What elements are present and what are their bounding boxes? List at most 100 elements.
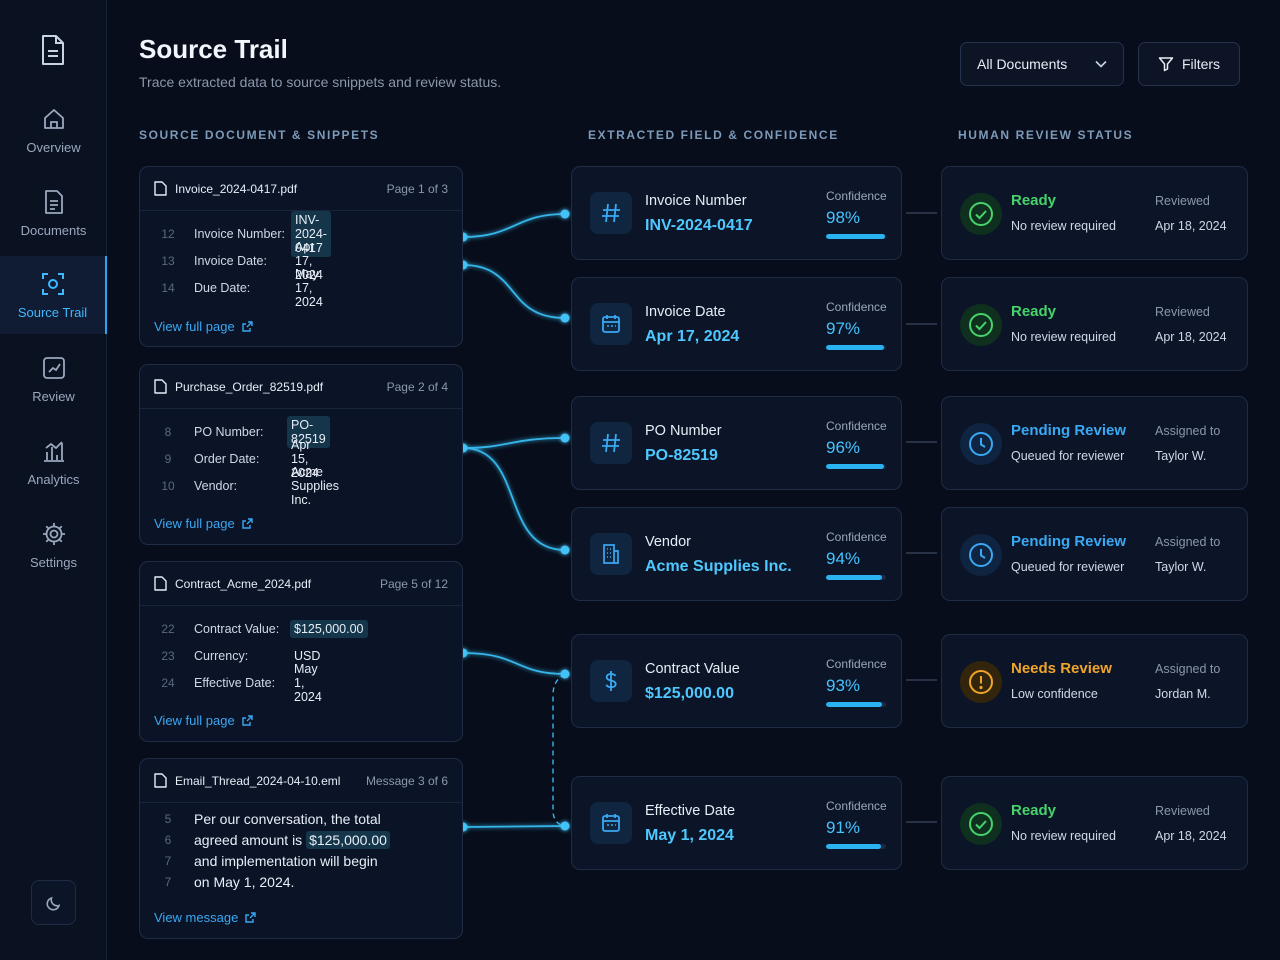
- review-card-contract-value[interactable]: Needs Review Low confidence Assigned to …: [941, 634, 1248, 728]
- sidebar-item-label: Settings: [30, 554, 77, 570]
- snippet-row[interactable]: 8 PO Number: PO-82519: [154, 416, 330, 448]
- message-line[interactable]: 7 and implementation will begin: [154, 853, 378, 869]
- source-page: Page 2 of 4: [386, 379, 448, 394]
- confidence-bar-fill: [826, 844, 881, 849]
- review-meta-label: Reviewed: [1155, 804, 1210, 818]
- gear-icon: [42, 522, 65, 545]
- confidence-bar-fill: [826, 702, 882, 707]
- field-card-effective-date[interactable]: Effective Date May 1, 2024 Confidence 91…: [571, 776, 902, 870]
- message-line[interactable]: 6 agreed amount is $125,000.00: [154, 831, 390, 849]
- line-number: 14: [161, 281, 175, 295]
- sidebar-item-analytics[interactable]: Analytics: [0, 422, 107, 502]
- connector-vendor: [462, 447, 566, 551]
- connector-contract-value: [462, 652, 566, 675]
- confidence-value: 96%: [826, 438, 861, 457]
- document-filter-select[interactable]: All Documents: [960, 42, 1124, 86]
- page-title: Source Trail: [139, 34, 288, 64]
- review-meta-label: Assigned to: [1155, 424, 1221, 438]
- sidebar-item-settings[interactable]: Settings: [0, 505, 107, 585]
- source-card-header: Contract_Acme_2024.pdf Page 5 of 12: [140, 562, 462, 606]
- check-circle-icon: [960, 193, 1002, 235]
- snippet-row[interactable]: 10 Vendor: Acme Supplies Inc.: [154, 465, 339, 507]
- calendar-icon: [590, 303, 632, 345]
- theme-toggle-button[interactable]: [31, 880, 76, 925]
- anchor-dot: [560, 313, 570, 323]
- view-full-page-link[interactable]: View full page: [154, 319, 254, 334]
- link-label: View full page: [154, 319, 235, 334]
- snippet-row[interactable]: 22 Contract Value: $125,000.00: [154, 618, 368, 640]
- confidence-bar-fill: [826, 575, 883, 580]
- snippet-row[interactable]: 14 Due Date: May 17, 2024: [154, 267, 323, 309]
- check-circle-icon: [960, 803, 1002, 845]
- moon-icon: [45, 896, 60, 911]
- field-card-vendor[interactable]: Vendor Acme Supplies Inc. Confidence 94%: [571, 507, 902, 601]
- snippet-row[interactable]: 23 Currency: USD: [154, 645, 320, 667]
- snippet-key: Currency:: [194, 649, 249, 663]
- source-page: Message 3 of 6: [365, 773, 448, 788]
- message-text: on May 1, 2024.: [194, 874, 295, 890]
- confidence-bar: [826, 702, 886, 707]
- anchor-dot: [560, 821, 570, 831]
- snippet-row[interactable]: 9 Order Date: Apr 15, 2024: [154, 438, 319, 480]
- field-label: Contract Value: [645, 661, 740, 677]
- filters-button[interactable]: Filters: [1138, 42, 1240, 86]
- source-page: Page 1 of 3: [386, 181, 448, 196]
- message-text: Per our conversation, the total: [194, 811, 381, 827]
- sidebar-item-overview[interactable]: Overview: [0, 90, 107, 170]
- review-meta-value: Jordan M.: [1155, 687, 1211, 701]
- review-icon: [42, 356, 65, 379]
- review-meta-label: Assigned to: [1155, 662, 1221, 676]
- confidence-bar: [826, 234, 886, 239]
- confidence-value: 93%: [826, 676, 861, 695]
- review-card-invoice-number[interactable]: Ready No review required Reviewed Apr 18…: [941, 166, 1248, 260]
- review-meta-value: Apr 18, 2024: [1155, 829, 1227, 843]
- sidebar-item-label: Source Trail: [17, 304, 88, 320]
- line-number: 7: [164, 875, 172, 889]
- review-card-po-number[interactable]: Pending Review Queued for reviewer Assig…: [941, 396, 1248, 490]
- review-card-effective-date[interactable]: Ready No review required Reviewed Apr 18…: [941, 776, 1248, 870]
- line-number: 10: [161, 479, 175, 493]
- source-page: Page 5 of 12: [379, 576, 448, 591]
- message-line[interactable]: 7 on May 1, 2024.: [154, 874, 295, 890]
- snippet-key: Effective Date:: [194, 676, 276, 690]
- message-text-prefix: agreed amount is: [194, 832, 307, 848]
- snippet-row[interactable]: 12 Invoice Number: INV-2024-0417: [154, 211, 331, 257]
- calendar-icon: [590, 802, 632, 844]
- column-header-source: SOURCE DOCUMENT & SNIPPETS: [139, 128, 380, 142]
- field-label: Vendor: [645, 534, 691, 550]
- snippet-row[interactable]: 13 Invoice Date: Apr 17, 2024: [154, 240, 323, 282]
- confidence-value: 97%: [826, 319, 861, 338]
- field-label: Effective Date: [645, 803, 736, 819]
- external-link-icon: [242, 321, 253, 332]
- view-full-page-link[interactable]: View full page: [154, 516, 254, 531]
- confidence-bar: [826, 345, 886, 350]
- document-logo-icon[interactable]: [38, 34, 68, 66]
- snippet-key: Due Date:: [194, 281, 251, 295]
- sidebar-item-source-trail[interactable]: Source Trail: [0, 256, 107, 334]
- confidence-bar: [826, 844, 886, 849]
- field-card-contract-value[interactable]: Contract Value $125,000.00 Confidence 93…: [571, 634, 902, 728]
- file-icon: [154, 576, 167, 591]
- snippet-key: Invoice Number:: [194, 227, 286, 241]
- sidebar: Overview Documents Source Trail Review A…: [0, 0, 107, 960]
- snippet-row[interactable]: 24 Effective Date: May 1, 2024: [154, 662, 322, 704]
- field-card-invoice-number[interactable]: Invoice Number INV-2024-0417 Confidence …: [571, 166, 902, 260]
- source-card-email: Email_Thread_2024-04-10.eml Message 3 of…: [139, 758, 463, 939]
- warning-icon: [960, 661, 1002, 703]
- field-card-po-number[interactable]: PO Number PO-82519 Confidence 96%: [571, 396, 902, 490]
- sidebar-item-documents[interactable]: Documents: [0, 173, 107, 253]
- field-label: Invoice Number: [645, 193, 747, 209]
- field-card-invoice-date[interactable]: Invoice Date Apr 17, 2024 Confidence 97%: [571, 277, 902, 371]
- view-full-page-link[interactable]: View full page: [154, 713, 254, 728]
- review-card-vendor[interactable]: Pending Review Queued for reviewer Assig…: [941, 507, 1248, 601]
- view-message-link[interactable]: View message: [154, 910, 257, 925]
- review-meta-label: Reviewed: [1155, 305, 1210, 319]
- page-subtitle: Trace extracted data to source snippets …: [139, 74, 502, 90]
- snippet-key: PO Number:: [194, 425, 264, 439]
- link-label: View message: [154, 910, 239, 925]
- message-line[interactable]: 5 Per our conversation, the total: [154, 811, 381, 827]
- review-card-invoice-date[interactable]: Ready No review required Reviewed Apr 18…: [941, 277, 1248, 371]
- confidence-label: Confidence: [826, 530, 887, 544]
- source-filename: Contract_Acme_2024.pdf: [175, 576, 312, 591]
- sidebar-item-review[interactable]: Review: [0, 339, 107, 419]
